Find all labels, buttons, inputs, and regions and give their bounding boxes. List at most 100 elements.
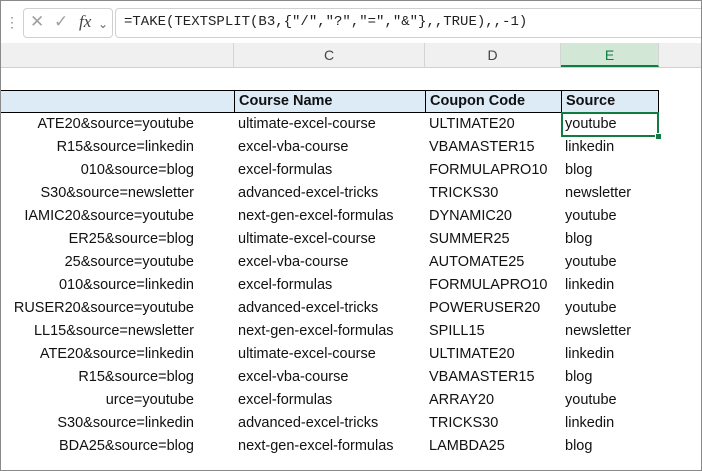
source-cell-text: youtube <box>565 208 617 224</box>
coupon-code-cell-text: ARRAY20 <box>429 392 495 408</box>
coupon-code-cell[interactable]: ARRAY20 <box>425 389 561 412</box>
header-cell[interactable]: Coupon Code <box>425 90 561 113</box>
url-cell[interactable]: S30&source=newsletter <box>1 182 234 205</box>
course-name-cell-text: excel-formulas <box>238 162 333 178</box>
url-cell-text: ATE20&source=youtube <box>37 116 194 132</box>
coupon-code-cell[interactable]: FORMULAPRO10 <box>425 274 561 297</box>
formula-text[interactable]: =TAKE(TEXTSPLIT(B3,{"/","?","=","&"},,TR… <box>124 14 527 30</box>
coupon-code-cell[interactable]: SUMMER25 <box>425 228 561 251</box>
header-cell[interactable]: Source <box>561 90 659 113</box>
source-cell[interactable]: newsletter <box>561 182 659 205</box>
header-cell[interactable]: Course Name <box>234 90 425 113</box>
url-cell[interactable]: LL15&source=newsletter <box>1 320 234 343</box>
source-cell[interactable]: blog <box>561 435 659 458</box>
coupon-code-cell[interactable]: FORMULAPRO10 <box>425 159 561 182</box>
url-cell[interactable]: ATE20&source=linkedin <box>1 343 234 366</box>
coupon-code-cell-text: POWERUSER20 <box>429 300 541 316</box>
url-cell[interactable]: 25&source=youtube <box>1 251 234 274</box>
source-cell[interactable]: newsletter <box>561 320 659 343</box>
coupon-code-cell-text: TRICKS30 <box>429 415 499 431</box>
source-cell[interactable]: youtube <box>561 205 659 228</box>
source-cell[interactable]: linkedin <box>561 136 659 159</box>
course-name-cell[interactable]: ultimate-excel-course <box>234 113 425 136</box>
course-name-cell-text: ultimate-excel-course <box>238 116 376 132</box>
course-name-cell[interactable]: next-gen-excel-formulas <box>234 320 425 343</box>
column-header-d[interactable]: D <box>425 43 561 67</box>
course-name-cell-text: excel-vba-course <box>238 254 349 270</box>
source-cell-text: linkedin <box>565 277 615 293</box>
coupon-code-cell[interactable]: POWERUSER20 <box>425 297 561 320</box>
course-name-cell[interactable]: excel-formulas <box>234 389 425 412</box>
insert-function-icon[interactable]: fx <box>79 12 91 32</box>
coupon-code-cell-text: AUTOMATE25 <box>429 254 525 270</box>
course-name-cell[interactable]: ultimate-excel-course <box>234 343 425 366</box>
course-name-cell[interactable]: excel-vba-course <box>234 366 425 389</box>
coupon-code-cell[interactable]: TRICKS30 <box>425 412 561 435</box>
source-cell[interactable]: blog <box>561 366 659 389</box>
coupon-code-cell[interactable]: ULTIMATE20 <box>425 113 561 136</box>
formula-input[interactable]: =TAKE(TEXTSPLIT(B3,{"/","?","=","&"},,TR… <box>115 8 701 38</box>
column-header-b[interactable] <box>1 43 234 67</box>
source-cell[interactable]: youtube <box>561 389 659 412</box>
url-cell[interactable]: R15&source=linkedin <box>1 136 234 159</box>
coupon-code-cell[interactable]: SPILL15 <box>425 320 561 343</box>
url-cell[interactable]: S30&source=linkedin <box>1 412 234 435</box>
source-cell[interactable]: linkedin <box>561 343 659 366</box>
course-name-cell[interactable]: excel-formulas <box>234 274 425 297</box>
coupon-code-cell[interactable]: LAMBDA25 <box>425 435 561 458</box>
formula-buttons: ✕ ✓ fx ⌄ <box>23 8 113 38</box>
url-cell[interactable]: 010&source=linkedin <box>1 274 234 297</box>
formula-bar: ⋮ ✕ ✓ fx ⌄ =TAKE(TEXTSPLIT(B3,{"/","?","… <box>1 1 701 44</box>
source-cell[interactable]: blog <box>561 228 659 251</box>
url-cell[interactable]: BDA25&source=blog <box>1 435 234 458</box>
column-header-e[interactable]: E <box>561 43 659 67</box>
chevron-down-icon[interactable]: ⌄ <box>98 14 108 34</box>
coupon-code-cell-text: DYNAMIC20 <box>429 208 512 224</box>
coupon-code-cell[interactable]: AUTOMATE25 <box>425 251 561 274</box>
course-name-cell-text: advanced-excel-tricks <box>238 415 379 431</box>
coupon-code-cell[interactable]: VBAMASTER15 <box>425 136 561 159</box>
course-name-cell[interactable]: excel-formulas <box>234 159 425 182</box>
course-name-cell[interactable]: advanced-excel-tricks <box>234 297 425 320</box>
coupon-code-cell-text: ULTIMATE20 <box>429 116 515 132</box>
source-cell[interactable]: blog <box>561 159 659 182</box>
course-name-cell-text: excel-vba-course <box>238 139 349 155</box>
url-cell-text: LL15&source=newsletter <box>33 323 194 339</box>
course-name-cell[interactable]: next-gen-excel-formulas <box>234 205 425 228</box>
source-cell[interactable]: linkedin <box>561 412 659 435</box>
enter-icon[interactable]: ✓ <box>54 12 68 32</box>
cell-grid[interactable]: Course Name Coupon Code Source ATE20&source… <box>1 67 701 470</box>
header-cell[interactable] <box>1 90 234 113</box>
source-cell[interactable]: youtube <box>561 251 659 274</box>
cancel-icon[interactable]: ✕ <box>30 12 44 32</box>
url-cell[interactable]: ER25&source=blog <box>1 228 234 251</box>
coupon-code-cell-text: SUMMER25 <box>429 231 510 247</box>
url-cell[interactable]: RUSER20&source=youtube <box>1 297 234 320</box>
source-cell[interactable]: youtube <box>561 297 659 320</box>
course-name-cell[interactable]: next-gen-excel-formulas <box>234 435 425 458</box>
coupon-code-cell[interactable]: VBAMASTER15 <box>425 366 561 389</box>
course-name-cell[interactable]: advanced-excel-tricks <box>234 182 425 205</box>
course-name-cell-text: advanced-excel-tricks <box>238 185 379 201</box>
url-cell-text: R15&source=blog <box>78 369 194 385</box>
course-name-cell-text: ultimate-excel-course <box>238 231 376 247</box>
url-cell[interactable]: IAMIC20&source=youtube <box>1 205 234 228</box>
course-name-cell[interactable]: ultimate-excel-course <box>234 228 425 251</box>
course-name-cell[interactable]: excel-vba-course <box>234 251 425 274</box>
coupon-code-cell[interactable]: ULTIMATE20 <box>425 343 561 366</box>
course-name-cell-text: excel-vba-course <box>238 369 349 385</box>
url-cell[interactable]: 010&source=blog <box>1 159 234 182</box>
source-cell[interactable]: linkedin <box>561 274 659 297</box>
fill-handle[interactable] <box>655 133 662 140</box>
url-cell[interactable]: R15&source=blog <box>1 366 234 389</box>
course-name-cell-text: ultimate-excel-course <box>238 346 376 362</box>
url-cell[interactable]: ATE20&source=youtube <box>1 113 234 136</box>
column-header-c[interactable]: C <box>234 43 425 67</box>
coupon-code-cell[interactable]: DYNAMIC20 <box>425 205 561 228</box>
active-cell-border <box>561 112 659 137</box>
url-cell[interactable]: urce=youtube <box>1 389 234 412</box>
course-name-cell[interactable]: excel-vba-course <box>234 136 425 159</box>
course-name-cell[interactable]: advanced-excel-tricks <box>234 412 425 435</box>
coupon-code-cell[interactable]: TRICKS30 <box>425 182 561 205</box>
drag-handle-icon[interactable]: ⋮ <box>5 15 19 29</box>
